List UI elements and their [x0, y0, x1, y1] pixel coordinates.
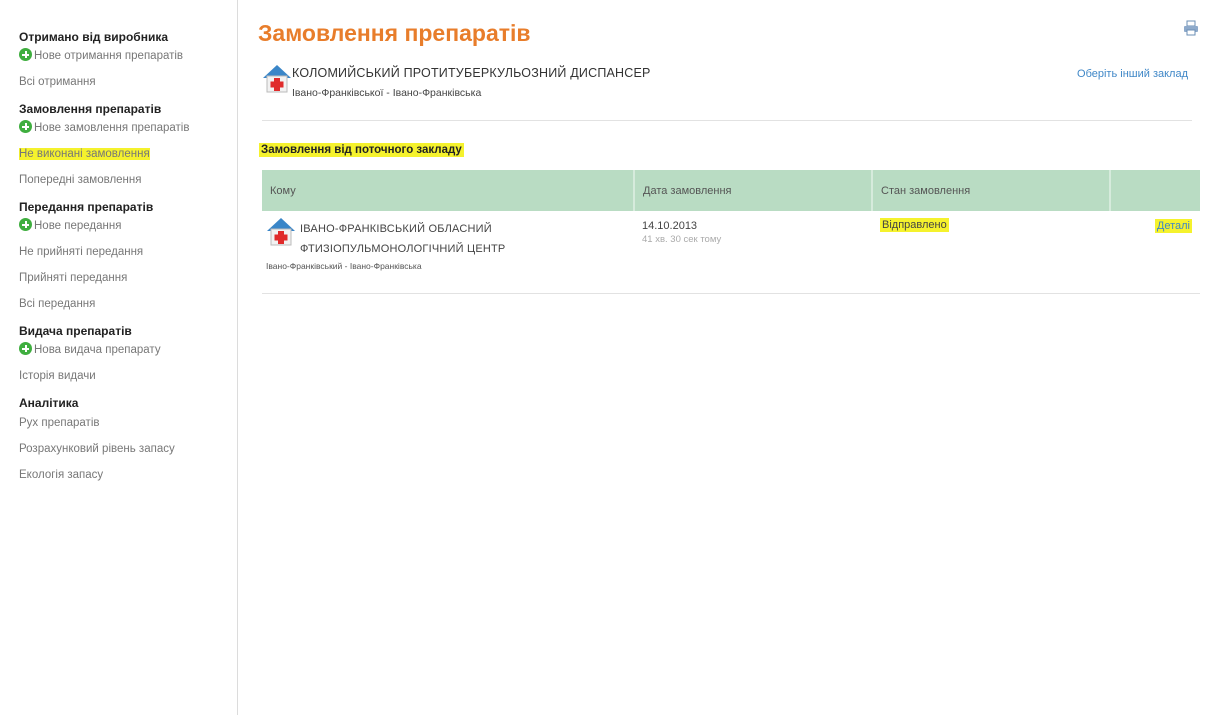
recipient-name-line2: ФТИЗІОПУЛЬМОНОЛОГІЧНИЙ ЦЕНТР [300, 243, 506, 255]
sidebar-section-analytics-title: Аналітика [19, 396, 79, 410]
sidebar: Отримано від виробника Нове отримання пр… [0, 0, 238, 715]
sidebar-item-new-transfer[interactable]: Нове передання [19, 218, 237, 234]
plus-circle-icon [19, 48, 32, 61]
column-header-date[interactable]: Дата замовлення [634, 170, 873, 211]
current-facility: КОЛОМИЙСЬКИЙ ПРОТИТУБЕРКУЛЬОЗНИЙ ДИСПАНС… [262, 64, 1192, 121]
sidebar-item-not-accepted-transfers[interactable]: Не прийняті передання [19, 244, 237, 260]
sidebar-item-label: Нова видача препарату [34, 344, 161, 356]
table-header-row: Кому Дата замовлення Стан замовлення [262, 170, 1200, 211]
recipient-region: Івано-Франківський - Івано-Франківська [266, 261, 422, 271]
column-header-status[interactable]: Стан замовлення [872, 170, 1111, 211]
orders-table: Кому Дата замовлення Стан замовлення ІВА… [262, 170, 1200, 294]
orders-section-heading: Замовлення від поточного закладу [259, 143, 464, 157]
facility-region: Івано-Франківської - Івано-Франківська [292, 87, 482, 99]
plus-circle-icon [19, 120, 32, 133]
recipient-name-line1: ІВАНО-ФРАНКІВСЬКИЙ ОБЛАСНИЙ [300, 223, 492, 235]
cell-recipient: ІВАНО-ФРАНКІВСЬКИЙ ОБЛАСНИЙ ФТИЗІОПУЛЬМО… [262, 211, 634, 294]
details-link[interactable]: Деталі [1154, 219, 1192, 233]
sidebar-section-transfers-title: Передання препаратів [19, 200, 154, 214]
cell-actions: Деталі [1110, 211, 1200, 294]
page-title: Замовлення препаратів [258, 20, 531, 46]
sidebar-item-label: Нове передання [34, 220, 122, 232]
plus-circle-icon [19, 218, 32, 231]
sidebar-item-unfulfilled-orders[interactable]: Не виконані замовлення [19, 146, 237, 162]
printer-icon[interactable] [1183, 20, 1199, 36]
cell-status: Відправлено [872, 211, 1110, 294]
sidebar-item-label: Не виконані замовлення [19, 148, 150, 160]
sidebar-item-all-transfers[interactable]: Всі передання [19, 296, 237, 312]
column-header-actions [1110, 170, 1200, 211]
plus-circle-icon [19, 342, 32, 355]
status-badge: Відправлено [880, 218, 949, 232]
sidebar-item-new-receipt[interactable]: Нове отримання препаратів [19, 48, 237, 64]
sidebar-item-accepted-transfers[interactable]: Прийняті передання [19, 270, 237, 286]
sidebar-section-dispense-title: Видача препаратів [19, 324, 132, 338]
sidebar-section-orders-title: Замовлення препаратів [19, 102, 162, 116]
sidebar-item-all-receipts[interactable]: Всі отримання [19, 74, 237, 90]
sidebar-item-label: Нове отримання препаратів [34, 50, 184, 62]
sidebar-item-label: Нове замовлення препаратів [34, 122, 190, 134]
sidebar-item-stock-ecology[interactable]: Екологія запасу [19, 467, 237, 483]
column-header-to[interactable]: Кому [262, 170, 635, 211]
sidebar-item-drug-movement[interactable]: Рух препаратів [19, 415, 237, 431]
facility-name: КОЛОМИЙСЬКИЙ ПРОТИТУБЕРКУЛЬОЗНИЙ ДИСПАНС… [292, 66, 651, 80]
table-row: ІВАНО-ФРАНКІВСЬКИЙ ОБЛАСНИЙ ФТИЗІОПУЛЬМО… [262, 211, 1200, 294]
sidebar-section-received-title: Отримано від виробника [19, 30, 169, 44]
sidebar-item-stock-level[interactable]: Розрахунковий рівень запасу [19, 441, 189, 457]
sidebar-item-dispense-history[interactable]: Історія видачи [19, 368, 237, 384]
sidebar-item-new-order[interactable]: Нове замовлення препаратів [19, 120, 237, 136]
hospital-icon [263, 65, 291, 93]
order-date: 14.10.2013 [642, 220, 698, 232]
cell-date: 14.10.2013 41 хв. 30 сек тому [634, 211, 872, 294]
main-content: Замовлення препаратів КОЛОМИЙСЬКИЙ ПРОТИ… [258, 0, 1205, 715]
change-facility-link[interactable]: Оберіть інший заклад [1077, 68, 1188, 80]
sidebar-item-previous-orders[interactable]: Попередні замовлення [19, 172, 237, 188]
order-date-relative: 41 хв. 30 сек тому [642, 234, 722, 245]
sidebar-item-new-dispense[interactable]: Нова видача препарату [19, 342, 237, 358]
hospital-icon [267, 218, 295, 246]
